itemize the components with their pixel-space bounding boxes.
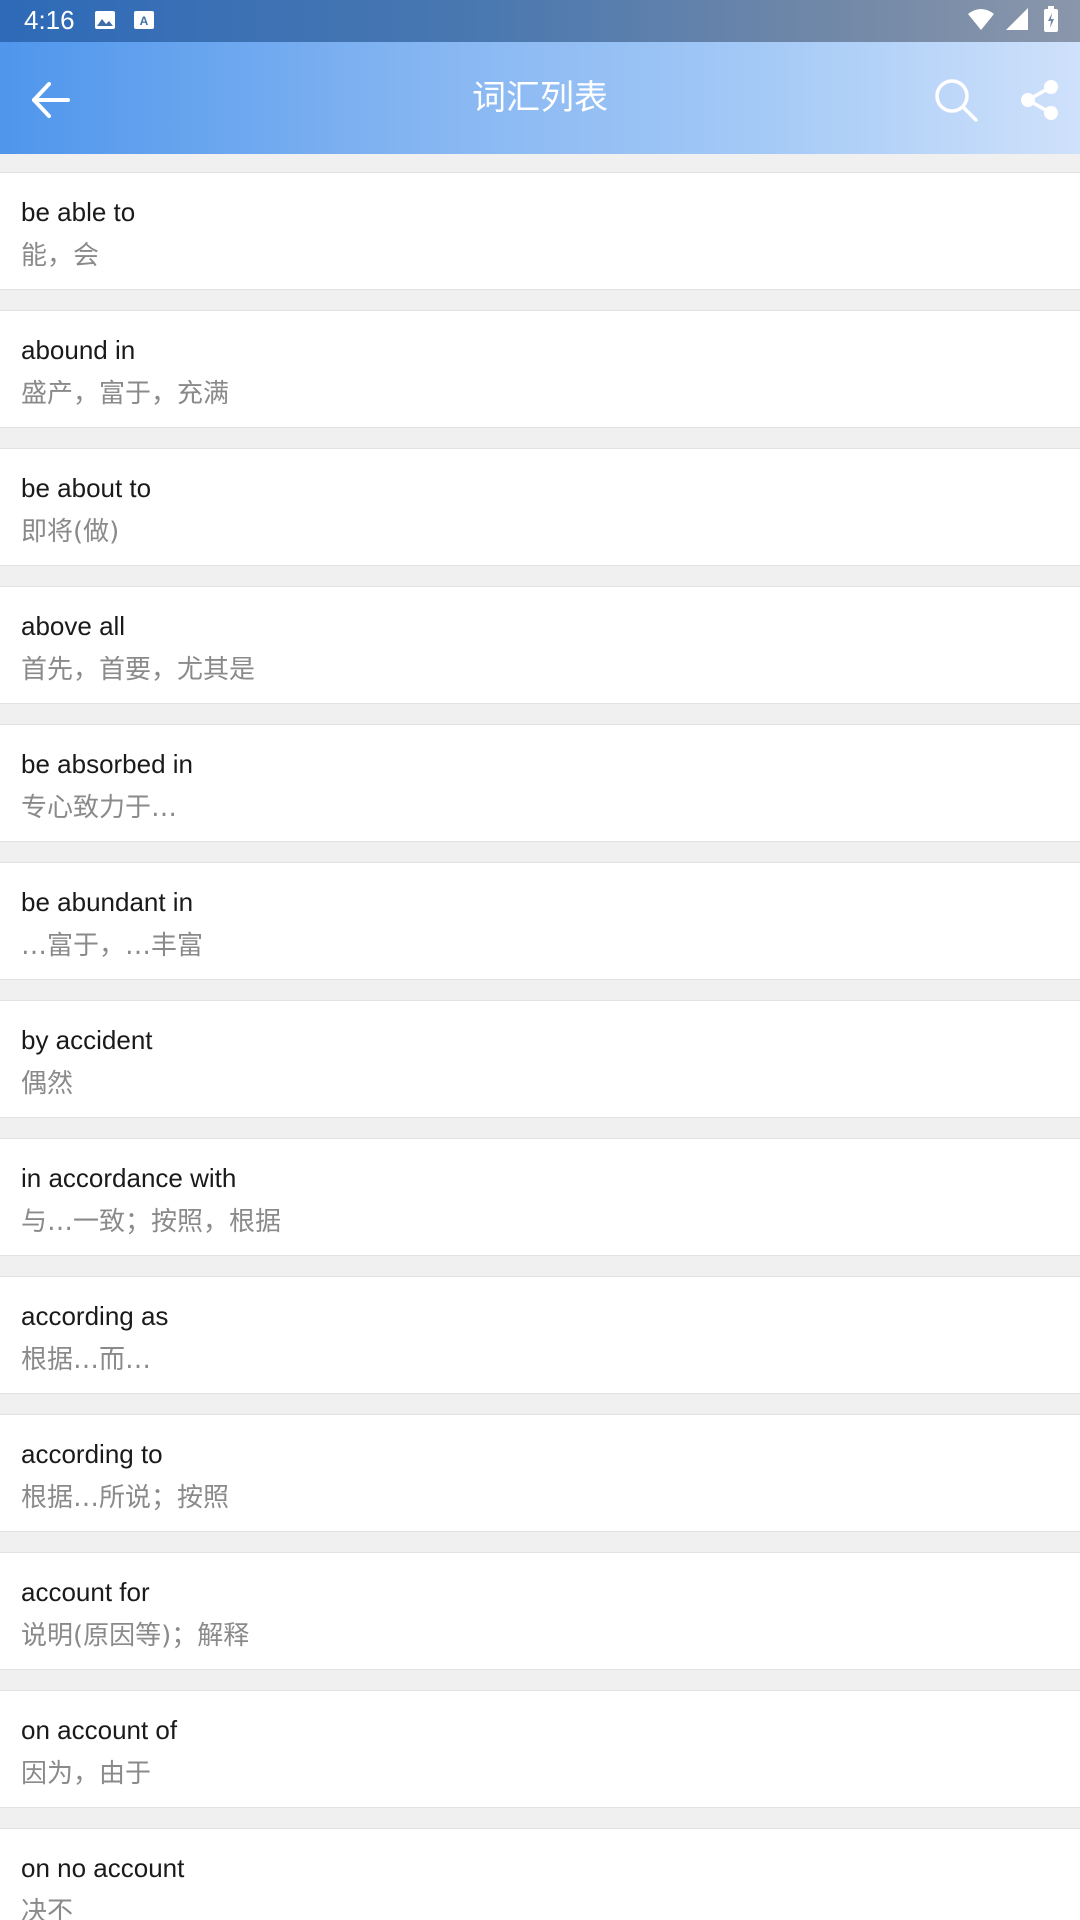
list-item[interactable]: abound in 盛产，富于，充满 — [0, 310, 1080, 428]
status-time: 4:16 — [24, 5, 75, 35]
vocab-meaning: 决不 — [21, 1897, 74, 1920]
vocab-meaning: 偶然 — [21, 1069, 74, 1099]
share-button[interactable] — [1012, 72, 1068, 128]
vocab-word: be about to — [21, 473, 152, 503]
vocab-meaning: 盛产，富于，充满 — [21, 379, 230, 409]
a-icon: A — [133, 10, 155, 30]
list-item[interactable]: according to 根据…所说；按照 — [0, 1414, 1080, 1532]
list-item[interactable]: on no account 决不 — [0, 1828, 1080, 1920]
vocab-word: in accordance with — [21, 1163, 237, 1193]
vocab-meaning: 首先，首要，尤其是 — [21, 655, 256, 685]
wifi-icon — [968, 9, 994, 30]
list-item[interactable]: be about to 即将(做) — [0, 448, 1080, 566]
vocab-meaning: 根据…所说；按照 — [21, 1483, 230, 1513]
status-bar: 4:16 A — [0, 0, 1080, 42]
list-item[interactable]: be absorbed in 专心致力于… — [0, 724, 1080, 842]
list-item[interactable]: by accident 偶然 — [0, 1000, 1080, 1118]
search-icon — [935, 79, 978, 122]
vocab-word: according to — [21, 1439, 163, 1469]
vocab-word: account for — [21, 1577, 150, 1607]
search-button[interactable] — [928, 72, 984, 128]
vocab-meaning: 说明(原因等)；解释 — [21, 1621, 250, 1651]
vocab-list[interactable]: be able to 能，会 abound in 盛产，富于，充满 be abo… — [0, 154, 1080, 1920]
list-item[interactable]: be able to 能，会 — [0, 172, 1080, 290]
list-item[interactable]: in accordance with 与…一致；按照，根据 — [0, 1138, 1080, 1256]
list-item[interactable]: above all 首先，首要，尤其是 — [0, 586, 1080, 704]
vocab-meaning: 能，会 — [21, 241, 100, 271]
app-bar: 词汇列表 — [0, 42, 1080, 154]
vocab-word: on account of — [21, 1715, 178, 1745]
page-title: 词汇列表 — [472, 78, 608, 118]
vocab-word: be absorbed in — [21, 749, 194, 779]
list-item[interactable]: according as 根据…而… — [0, 1276, 1080, 1394]
vocab-word: be abundant in — [21, 887, 194, 917]
status-indicators — [966, 6, 1066, 36]
vocab-meaning: 即将(做) — [21, 517, 120, 547]
vocab-word: according as — [21, 1301, 169, 1331]
vocab-meaning: …富于，…丰富 — [21, 931, 204, 961]
signal-icon — [1006, 8, 1028, 30]
vocab-meaning: 根据…而… — [21, 1345, 152, 1375]
vocab-word: on no account — [21, 1853, 185, 1883]
back-button[interactable] — [22, 72, 78, 128]
battery-icon — [1044, 6, 1058, 32]
vocab-meaning: 与…一致；按照，根据 — [21, 1207, 282, 1237]
vocab-word: above all — [21, 611, 126, 641]
vocab-meaning: 因为，由于 — [21, 1759, 152, 1789]
list-item[interactable]: be abundant in …富于，…丰富 — [0, 862, 1080, 980]
share-icon — [1021, 80, 1058, 120]
list-item[interactable]: on account of 因为，由于 — [0, 1690, 1080, 1808]
list-item[interactable]: account for 说明(原因等)；解释 — [0, 1552, 1080, 1670]
vocab-meaning: 专心致力于… — [21, 793, 178, 823]
vocab-word: by accident — [21, 1025, 153, 1055]
arrow-left-icon — [32, 82, 70, 118]
svg-text:A: A — [140, 14, 149, 28]
image-icon — [94, 10, 116, 30]
vocab-word: abound in — [21, 335, 136, 365]
vocab-word: be able to — [21, 197, 136, 227]
